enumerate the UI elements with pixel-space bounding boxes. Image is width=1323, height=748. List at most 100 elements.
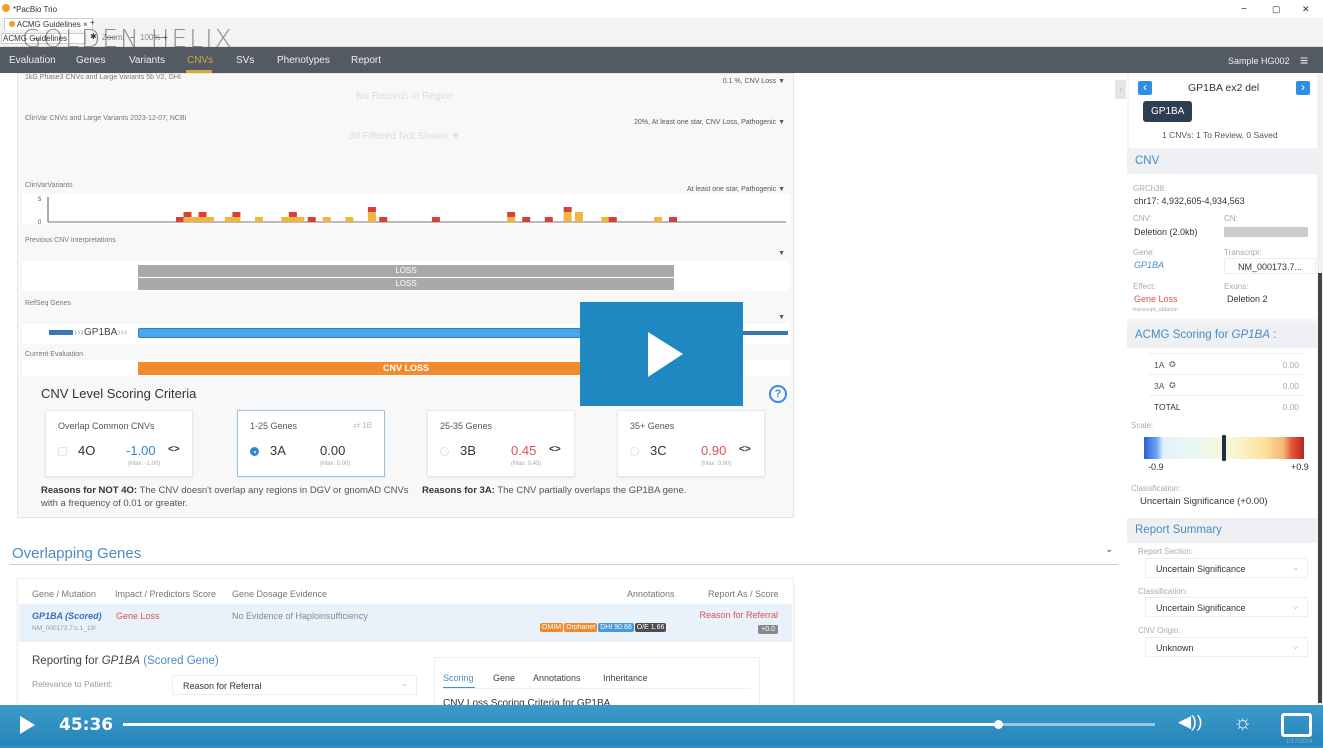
histogram-bar-likely bbox=[574, 212, 583, 222]
info-icon[interactable]: ✪ bbox=[1169, 381, 1176, 390]
previous-loss-bar-1[interactable]: LOSS bbox=[138, 265, 674, 277]
y-tick-label: 5 bbox=[38, 197, 42, 203]
close-window-button[interactable]: ✕ bbox=[1302, 4, 1310, 15]
relevance-select[interactable]: Reason for Referral ⌄ bbox=[172, 675, 417, 695]
tab-annotations[interactable]: Annotations bbox=[533, 673, 581, 683]
histogram-bar-likely bbox=[322, 217, 331, 222]
nav-variants[interactable]: Variants bbox=[129, 55, 165, 66]
seek-handle[interactable] bbox=[993, 720, 1003, 729]
hamburger-menu-icon[interactable]: ≡ bbox=[1300, 52, 1308, 68]
gene-mutation[interactable]: GP1BA (Scored) bbox=[32, 611, 102, 621]
prev-cnv-button[interactable]: ‹ bbox=[1138, 81, 1152, 95]
criteria-card-3c[interactable]: 35+ Genes 3C 0.90 (Max: 0.90) <> bbox=[617, 410, 765, 477]
cnv-origin-select[interactable]: Unknown ⌄ bbox=[1145, 637, 1308, 657]
badge-omim[interactable]: OMIM bbox=[540, 623, 564, 632]
card-score: -1.00 bbox=[126, 443, 156, 458]
scale-marker bbox=[1222, 435, 1226, 461]
track-label-1kg: 1kG Phase3 CNVs and Large Variants 5b V2… bbox=[25, 74, 181, 81]
volume-icon[interactable]: ◀︎)) bbox=[1178, 712, 1202, 732]
track-message-1kg: No Records in Region bbox=[356, 91, 454, 102]
side-scrollbar[interactable] bbox=[1317, 73, 1323, 705]
track-message-clinvar-cnv: 30 Filtered Not Shown ▼ bbox=[349, 131, 461, 142]
card-max: (Max: -1.00) bbox=[128, 461, 161, 467]
criteria-radio-3b[interactable] bbox=[440, 447, 449, 456]
dosage-evidence: No Evidence of Haploinsufficiency bbox=[232, 611, 368, 621]
criteria-card-3b[interactable]: 25-35 Genes 3B 0.45 (Max: 0.45) <> bbox=[427, 410, 575, 477]
scrollbar-thumb bbox=[1318, 273, 1322, 703]
chevron-down-icon: ⌄ bbox=[1292, 602, 1299, 611]
criteria-radio-3a[interactable] bbox=[250, 447, 259, 456]
nav-cnvs[interactable]: CNVs bbox=[187, 55, 213, 66]
scoring-title: CNV Level Scoring Criteria bbox=[41, 386, 197, 401]
expand-arrows-icon[interactable]: <> bbox=[549, 444, 561, 455]
gene-value[interactable]: GP1BA bbox=[1134, 260, 1164, 270]
card-title: 35+ Genes bbox=[630, 421, 675, 431]
card-code: 3C bbox=[650, 443, 667, 458]
nav-phenotypes[interactable]: Phenotypes bbox=[277, 55, 330, 66]
gene-exon-left bbox=[49, 330, 73, 335]
acmg-row: 3A ✪ 0.00 bbox=[1149, 374, 1304, 395]
nav-evaluation[interactable]: Evaluation bbox=[9, 55, 56, 66]
sample-name[interactable]: Sample HG002 bbox=[1228, 56, 1290, 66]
histogram-bar-likely bbox=[288, 217, 297, 222]
criteria-card-3a[interactable]: 1-25 Genes ⇄ 1B 3A 0.00 (Max: 0.00) bbox=[237, 410, 385, 477]
table-row[interactable]: GP1BA (Scored) NM_000173.7:c.1_19! Gene … bbox=[19, 604, 792, 642]
badge-oe[interactable]: O/E 1.66 bbox=[634, 623, 667, 632]
play-button[interactable] bbox=[18, 714, 36, 736]
help-icon[interactable]: ? bbox=[769, 385, 787, 403]
info-icon[interactable]: ✪ bbox=[1169, 360, 1176, 369]
histogram-bar-pathogenic bbox=[544, 217, 553, 222]
track-filter-1kg[interactable]: 0.1 %, CNV Loss ▼ bbox=[723, 78, 785, 85]
minimize-button[interactable]: − bbox=[1241, 4, 1247, 15]
next-cnv-button[interactable]: › bbox=[1296, 81, 1310, 95]
settings-gear-icon[interactable]: ☼ bbox=[1233, 711, 1252, 735]
window-titlebar: *PacBio Trio − ▢ ✕ bbox=[0, 0, 1323, 18]
histogram-bar-likely bbox=[507, 217, 516, 222]
seek-fill bbox=[123, 723, 998, 726]
track-filter-clinvar-cnv[interactable]: 20%, At least one star, CNV Loss, Pathog… bbox=[634, 119, 785, 126]
track-filter-previous[interactable]: ▼ bbox=[778, 250, 785, 257]
chevron-down-icon: ⌄ bbox=[1292, 642, 1299, 651]
transcript-select[interactable]: NM_000173.7... bbox=[1224, 258, 1316, 274]
score-badge: +0.0 bbox=[758, 625, 778, 634]
expand-arrows-icon[interactable]: <> bbox=[168, 444, 180, 455]
previous-loss-bar-2[interactable]: LOSS bbox=[138, 278, 674, 290]
histogram-bar-likely bbox=[345, 217, 354, 222]
badge-orphanet[interactable]: Orphanet bbox=[564, 623, 598, 632]
histogram-bar-likely bbox=[601, 217, 610, 222]
annotation-badges: OMIM Orphanet DHI 90.66 O/E 1.66 bbox=[539, 616, 667, 634]
gene-label[interactable]: ›››GP1BA››› bbox=[74, 327, 127, 338]
nav-svs[interactable]: SVs bbox=[236, 55, 254, 66]
nav-genes[interactable]: Genes bbox=[76, 55, 105, 66]
side-panel-toggle[interactable]: › bbox=[1115, 80, 1126, 99]
collapse-chevron-icon[interactable]: ⌄ bbox=[1105, 544, 1113, 555]
badge-dhi[interactable]: DHI 90.66 bbox=[598, 623, 634, 632]
cnv-tracks-panel: 1kG Phase3 CNVs and Large Variants 5b V2… bbox=[17, 73, 794, 518]
track-label-clinvar-cnv: ClinVar CNVs and Large Variants 2023-12-… bbox=[25, 115, 187, 122]
card-swap-1b[interactable]: ⇄ 1B bbox=[353, 421, 372, 430]
clinvar-histogram: 50 bbox=[38, 197, 786, 226]
maximize-button[interactable]: ▢ bbox=[1272, 4, 1281, 15]
tab-gene[interactable]: Gene bbox=[493, 673, 515, 683]
track-filter-clinvar-variants[interactable]: At least one star, Pathogenic ▼ bbox=[687, 186, 785, 193]
criteria-card-4o[interactable]: Overlap Common CNVs 4O -1.00 (Max: -1.00… bbox=[45, 410, 193, 477]
fullscreen-icon[interactable] bbox=[1281, 713, 1312, 737]
tab-inheritance[interactable]: Inheritance bbox=[603, 673, 648, 683]
video-play-overlay[interactable] bbox=[580, 302, 743, 406]
y-tick-label: 0 bbox=[38, 220, 42, 226]
criteria-radio-3c[interactable] bbox=[630, 447, 639, 456]
col-header: Impact / Predictors Score bbox=[115, 589, 217, 599]
expand-arrows-icon[interactable]: <> bbox=[739, 444, 751, 455]
criteria-checkbox-4o[interactable] bbox=[58, 447, 67, 456]
chevron-down-icon: ⌄ bbox=[401, 679, 408, 688]
cn-field[interactable] bbox=[1224, 227, 1308, 237]
impact: Gene Loss bbox=[116, 611, 160, 621]
card-title: 25-35 Genes bbox=[440, 421, 493, 431]
gene-chip[interactable]: GP1BA bbox=[1143, 101, 1193, 122]
track-filter-refseq[interactable]: ▼ bbox=[778, 314, 785, 321]
nav-report[interactable]: Report bbox=[351, 55, 381, 66]
report-section-select[interactable]: Uncertain Significance ⌄ bbox=[1145, 558, 1308, 578]
histogram-bar-likely bbox=[653, 217, 662, 222]
classification-select[interactable]: Uncertain Significance ⌄ bbox=[1145, 597, 1308, 617]
tab-scoring[interactable]: Scoring bbox=[443, 673, 474, 683]
